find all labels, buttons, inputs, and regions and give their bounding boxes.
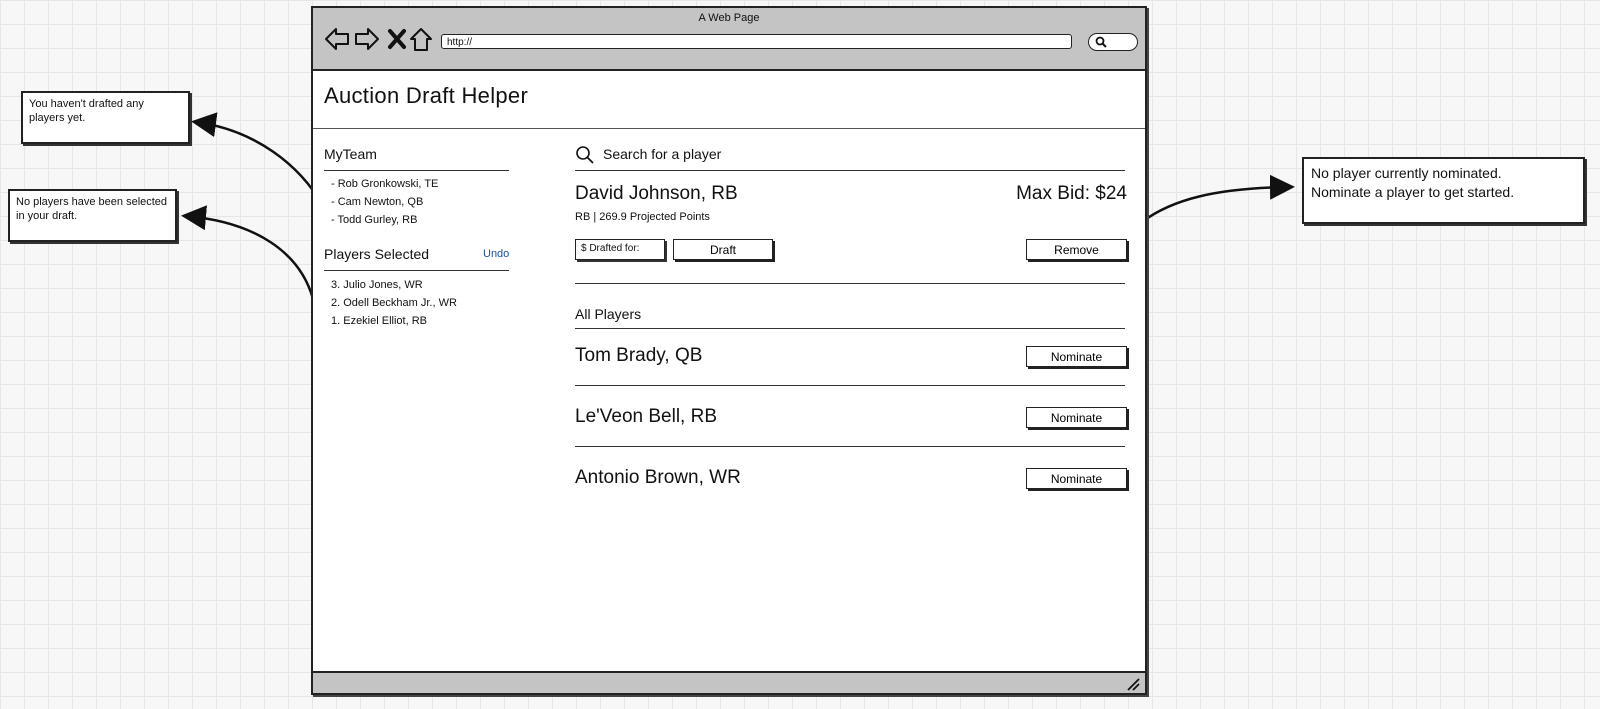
- my-team-title: MyTeam: [324, 146, 377, 162]
- player-row: Antonio Brown, WR Nominate: [575, 457, 1127, 517]
- all-players-title: All Players: [575, 306, 642, 322]
- player-name: Tom Brady, QB: [575, 345, 703, 366]
- browser-chrome: A Web Page http://: [313, 8, 1145, 71]
- remove-button[interactable]: Remove: [1026, 239, 1127, 260]
- list-item: 1. Ezekiel Elliot, RB: [331, 315, 427, 327]
- undo-link[interactable]: Undo: [483, 248, 509, 260]
- app-header: Auction Draft Helper: [313, 71, 1145, 129]
- list-item: 2. Odell Beckham Jr., WR: [331, 297, 457, 309]
- window-title: A Web Page: [698, 12, 760, 24]
- annotation-line: No player currently nominated.: [1311, 165, 1502, 181]
- players-selected-title: Players Selected: [324, 246, 430, 262]
- list-item: - Todd Gurley, RB: [331, 214, 418, 226]
- page-title: Auction Draft Helper: [324, 83, 529, 108]
- forward-arrow-icon[interactable]: [354, 26, 380, 52]
- home-icon[interactable]: [408, 26, 434, 52]
- divider: [575, 283, 1125, 284]
- nominated-player-name: David Johnson, RB: [575, 183, 738, 204]
- divider: [575, 170, 1125, 171]
- divider: [324, 270, 509, 271]
- player-name: Le'Veon Bell, RB: [575, 406, 717, 427]
- list-item: - Rob Gronkowski, TE: [331, 178, 439, 190]
- url-bar[interactable]: http://: [441, 34, 1072, 49]
- divider: [324, 170, 509, 171]
- list-item: - Cam Newton, QB: [331, 196, 424, 208]
- annotation-note-nominate: No player currently nominated. Nominate …: [1302, 157, 1585, 224]
- divider: [575, 446, 1125, 447]
- resize-grip-icon[interactable]: [1126, 677, 1140, 691]
- player-name: Antonio Brown, WR: [575, 467, 741, 488]
- nominated-player-stats: RB | 269.9 Projected Points: [575, 211, 710, 223]
- browser-status-bar: [313, 671, 1145, 693]
- browser-search-field[interactable]: [1088, 33, 1138, 51]
- player-row: Tom Brady, QB Nominate: [575, 335, 1127, 395]
- arrow-to-team-note: [191, 112, 325, 207]
- drafted-for-input[interactable]: $ Drafted for:: [575, 239, 665, 260]
- annotation-note-selected: No players have been selected in your dr…: [8, 189, 177, 242]
- arrow-to-nominate-note: [1136, 174, 1295, 227]
- player-search[interactable]: Search for a player: [575, 143, 1125, 169]
- divider: [575, 328, 1125, 329]
- draft-button[interactable]: Draft: [673, 239, 773, 260]
- max-bid: Max Bid: $24: [1016, 183, 1127, 204]
- list-item: 3. Julio Jones, WR: [331, 279, 423, 291]
- annotation-line: Nominate a player to get started.: [1311, 184, 1515, 200]
- search-icon: [576, 146, 594, 164]
- player-row: Le'Veon Bell, RB Nominate: [575, 396, 1127, 456]
- divider: [575, 385, 1125, 386]
- annotation-note-team: You haven't drafted any players yet.: [21, 91, 190, 144]
- nominate-button[interactable]: Nominate: [1026, 468, 1127, 489]
- nominate-button[interactable]: Nominate: [1026, 346, 1127, 367]
- close-icon[interactable]: [384, 26, 410, 52]
- search-icon: [1095, 36, 1107, 48]
- arrow-to-selected-note: [181, 205, 315, 300]
- nominate-button[interactable]: Nominate: [1026, 407, 1127, 428]
- browser-window: A Web Page http:// Auction Draft Helper …: [311, 6, 1147, 695]
- back-arrow-icon[interactable]: [324, 26, 350, 52]
- search-placeholder: Search for a player: [603, 146, 722, 162]
